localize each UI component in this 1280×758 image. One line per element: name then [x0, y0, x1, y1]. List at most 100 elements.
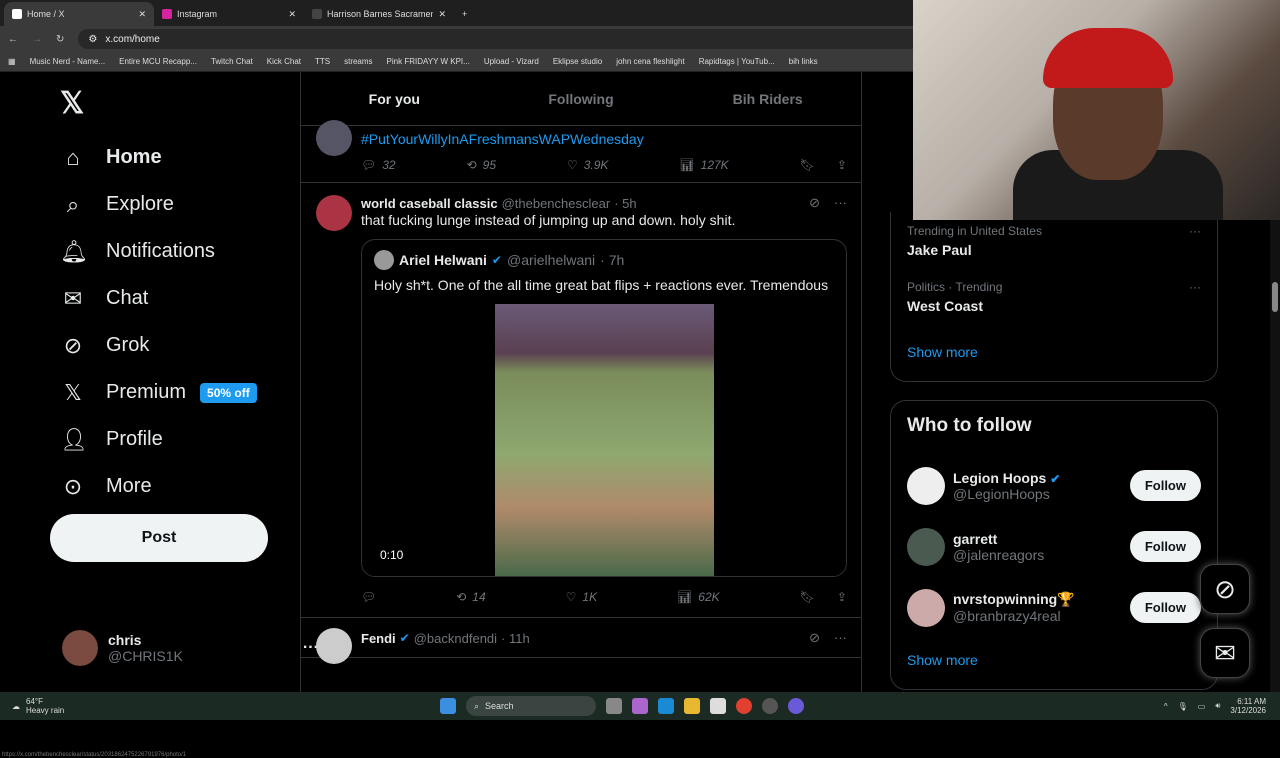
- instagram-favicon-icon: [162, 9, 172, 19]
- trend-item[interactable]: Politics · Trending ··· West Coast: [907, 280, 1201, 314]
- follow-suggestion[interactable]: Legion Hoops ✔ @LegionHoops Follow: [907, 455, 1201, 516]
- avatar: [62, 630, 98, 666]
- bookmark[interactable]: Pink FRIDAYY W KPI...: [387, 57, 470, 66]
- bookmark[interactable]: Upload - Vizard: [484, 57, 539, 66]
- clock[interactable]: 6:11 AM 3/12/2026: [1230, 697, 1266, 715]
- bookmark[interactable]: Eklipse studio: [553, 57, 602, 66]
- browser-tab-instagram[interactable]: Instagram ✕: [154, 2, 304, 26]
- account-switcher[interactable]: chris @CHRIS1K ···: [62, 630, 319, 666]
- bookmark[interactable]: TTS: [315, 57, 330, 66]
- repost-button[interactable]: ⟲ 14: [456, 590, 485, 604]
- copilot-icon[interactable]: [632, 698, 648, 714]
- primary-nav: ⌂ Home ⌕ Explore 🔔︎ Notifications ✉ Chat ⊘ Gr…: [60, 134, 257, 510]
- like-button[interactable]: ♡ 1K: [566, 590, 597, 604]
- grok-float-button[interactable]: ⊘: [1200, 564, 1250, 614]
- bookmark[interactable]: Entire MCU Recapp...: [119, 57, 197, 66]
- nav-profile[interactable]: 👤︎ Profile: [60, 416, 257, 463]
- reply-button[interactable]: 💬︎: [361, 590, 376, 604]
- new-tab-button[interactable]: +: [454, 2, 484, 26]
- views-button[interactable]: 📊︎ 62K: [677, 590, 720, 604]
- video-duration: 0:10: [380, 548, 404, 562]
- close-tab-icon[interactable]: ✕: [288, 9, 296, 20]
- video-player[interactable]: 0:10: [362, 304, 846, 576]
- browser-tab-harrison[interactable]: Harrison Barnes Sacramento Ki✕: [304, 2, 454, 26]
- bookmark-icon[interactable]: 🔖︎: [800, 590, 815, 604]
- weather-icon: ☁: [12, 701, 20, 711]
- network-icon[interactable]: ▭: [1198, 702, 1206, 711]
- bookmark[interactable]: bih links: [789, 57, 818, 66]
- bookmark[interactable]: Twitch Chat: [211, 57, 253, 66]
- tweet[interactable]: Fendi ✔ @backndfendi · 11h ⊘ ···: [301, 618, 861, 664]
- trend-item[interactable]: Trending in United States ··· Jake Paul: [907, 224, 1201, 258]
- share-icon[interactable]: ⇪: [837, 590, 847, 604]
- bookmark[interactable]: Music Nerd - Name...: [30, 57, 106, 66]
- bookmark[interactable]: Rapidtags | YouTub...: [699, 57, 775, 66]
- show-more-link[interactable]: Show more: [907, 652, 1201, 668]
- follow-suggestion[interactable]: nvrstopwinning🏆 @branbrazy4real Follow: [907, 577, 1201, 638]
- file-explorer-icon[interactable]: [684, 698, 700, 714]
- more-icon[interactable]: ···: [1189, 224, 1201, 238]
- discord-icon[interactable]: [788, 698, 804, 714]
- nav-explore[interactable]: ⌕ Explore: [60, 181, 257, 228]
- reply-button[interactable]: 💬︎ 32: [361, 158, 396, 172]
- obs-icon[interactable]: [762, 698, 778, 714]
- task-view-icon[interactable]: [606, 698, 622, 714]
- show-more-link[interactable]: Show more: [907, 344, 1201, 360]
- tweet[interactable]: world caseball classic @thebenchesclear · …: [301, 183, 861, 618]
- nav-grok[interactable]: ⊘ Grok: [60, 322, 257, 369]
- hashtag-link[interactable]: #PutYourWillyInAFreshmansWAPWednesday: [361, 130, 847, 148]
- post-button[interactable]: Post: [50, 514, 268, 562]
- back-icon[interactable]: ←: [8, 34, 18, 45]
- like-button[interactable]: ♡ 3.9K: [567, 158, 608, 172]
- mail-icon: ✉: [63, 285, 83, 311]
- scrollbar-thumb[interactable]: [1272, 282, 1278, 312]
- nav-chat[interactable]: ✉ Chat: [60, 275, 257, 322]
- more-icon[interactable]: ···: [834, 630, 847, 646]
- nav-premium[interactable]: 𝕏 Premium 50% off: [60, 369, 257, 416]
- bookmark[interactable]: john cena fleshlight: [616, 57, 685, 66]
- browser-tab-x[interactable]: Home / X ✕: [4, 2, 154, 26]
- more-icon[interactable]: ···: [1189, 280, 1201, 294]
- volume-icon[interactable]: 🔊︎: [1215, 701, 1220, 711]
- apps-icon[interactable]: ▦: [8, 57, 16, 66]
- weather-widget[interactable]: ☁ 64°F Heavy rain: [0, 697, 440, 715]
- follow-suggestion[interactable]: garrett @jalenreagors Follow: [907, 516, 1201, 577]
- grok-icon[interactable]: ⊘: [809, 630, 820, 646]
- avatar: [316, 120, 352, 156]
- bookmark[interactable]: streams: [344, 57, 372, 66]
- more-icon[interactable]: ···: [834, 195, 847, 211]
- tweet[interactable]: #PutYourWillyInAFreshmansWAPWednesday 💬︎…: [301, 120, 861, 183]
- views-button[interactable]: 📊︎ 127K: [679, 158, 728, 172]
- close-tab-icon[interactable]: ✕: [438, 9, 446, 20]
- windows-start-icon[interactable]: [440, 698, 456, 714]
- verified-badge-icon: ✔: [491, 253, 502, 267]
- forward-icon[interactable]: →: [32, 34, 42, 45]
- tab-bih-riders[interactable]: Bih Riders: [674, 72, 861, 125]
- nav-home[interactable]: ⌂ Home: [60, 134, 257, 181]
- follow-button[interactable]: Follow: [1129, 470, 1201, 501]
- quoted-tweet[interactable]: Ariel Helwani ✔ @arielhelwani · 7h Holy sh*…: [361, 239, 847, 577]
- grok-icon[interactable]: ⊘: [809, 195, 820, 211]
- close-tab-icon[interactable]: ✕: [138, 9, 146, 20]
- x-logo-icon[interactable]: 𝕏: [60, 86, 84, 121]
- nav-notifications[interactable]: 🔔︎ Notifications: [60, 228, 257, 275]
- chrome-icon[interactable]: [736, 698, 752, 714]
- repost-button[interactable]: ⟲ 95: [467, 158, 496, 172]
- taskbar-search[interactable]: ⌕ Search: [466, 696, 596, 716]
- follow-button[interactable]: Follow: [1129, 592, 1201, 623]
- nav-more[interactable]: ⊙ More: [60, 463, 257, 510]
- bookmark-icon[interactable]: 🔖︎: [800, 158, 815, 172]
- tray-chevron-icon[interactable]: ^: [1164, 702, 1168, 711]
- tab-following[interactable]: Following: [488, 72, 675, 125]
- messages-float-button[interactable]: ✉: [1200, 628, 1250, 678]
- share-icon[interactable]: ⇪: [837, 158, 847, 172]
- follow-button[interactable]: Follow: [1129, 531, 1201, 562]
- store-icon[interactable]: [710, 698, 726, 714]
- bookmark[interactable]: Kick Chat: [267, 57, 301, 66]
- site-info-icon[interactable]: ⚙: [88, 34, 97, 45]
- reload-icon[interactable]: ↻: [56, 34, 64, 45]
- mic-icon[interactable]: 🎙︎: [1178, 702, 1188, 711]
- site-favicon-icon: [312, 9, 322, 19]
- edge-icon[interactable]: [658, 698, 674, 714]
- tab-for-you[interactable]: For you: [301, 72, 488, 125]
